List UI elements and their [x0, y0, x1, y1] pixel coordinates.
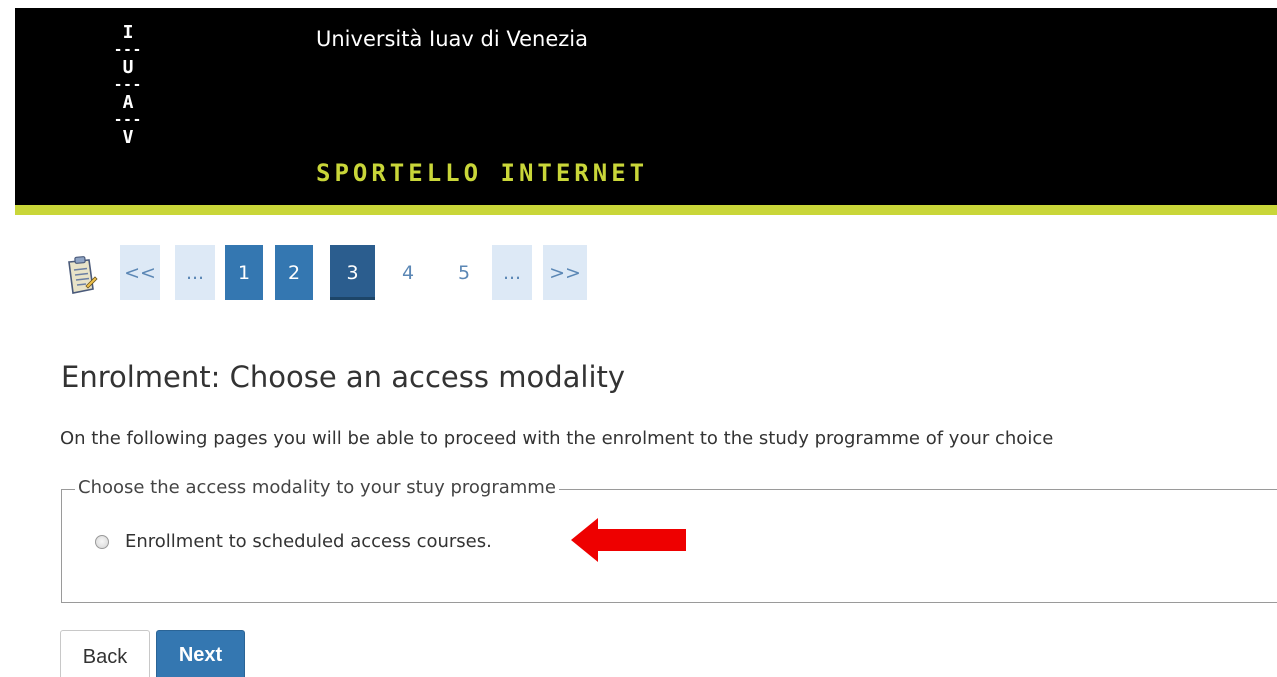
logo-separator: --- [113, 112, 143, 128]
page-title: Enrolment: Choose an access modality [61, 360, 626, 394]
step-1[interactable]: 1 [225, 245, 263, 300]
step-2[interactable]: 2 [275, 245, 313, 300]
step-4: 4 [401, 262, 415, 284]
step-ellipsis: ... [492, 245, 532, 300]
intro-text: On the following pages you will be able … [60, 428, 1054, 449]
portal-name: SPORTELLO INTERNET [316, 159, 649, 187]
access-option-label[interactable]: Enrollment to scheduled access courses. [125, 531, 492, 552]
university-name[interactable]: Università Iuav di Venezia [316, 27, 588, 51]
back-button[interactable]: Back [60, 630, 150, 677]
step-last[interactable]: >> [543, 245, 587, 300]
step-ellipsis: ... [175, 245, 215, 300]
red-arrow-icon [571, 518, 686, 562]
clipboard-icon [62, 256, 98, 296]
access-option-radio[interactable] [95, 535, 109, 549]
logo-letter: U [122, 57, 134, 78]
logo-separator: --- [113, 77, 143, 93]
step-first[interactable]: << [120, 245, 160, 300]
iuav-logo[interactable]: I --- U --- A --- V [108, 23, 148, 148]
logo-letter: V [122, 127, 134, 148]
fieldset-legend: Choose the access modality to your stuy … [75, 477, 559, 498]
next-button[interactable]: Next [156, 630, 245, 677]
logo-letter: I [122, 22, 134, 43]
logo-letter: A [122, 92, 134, 113]
logo-separator: --- [113, 42, 143, 58]
header-accent-stripe [15, 205, 1277, 215]
step-5: 5 [457, 262, 471, 284]
step-3-current: 3 [330, 245, 375, 300]
